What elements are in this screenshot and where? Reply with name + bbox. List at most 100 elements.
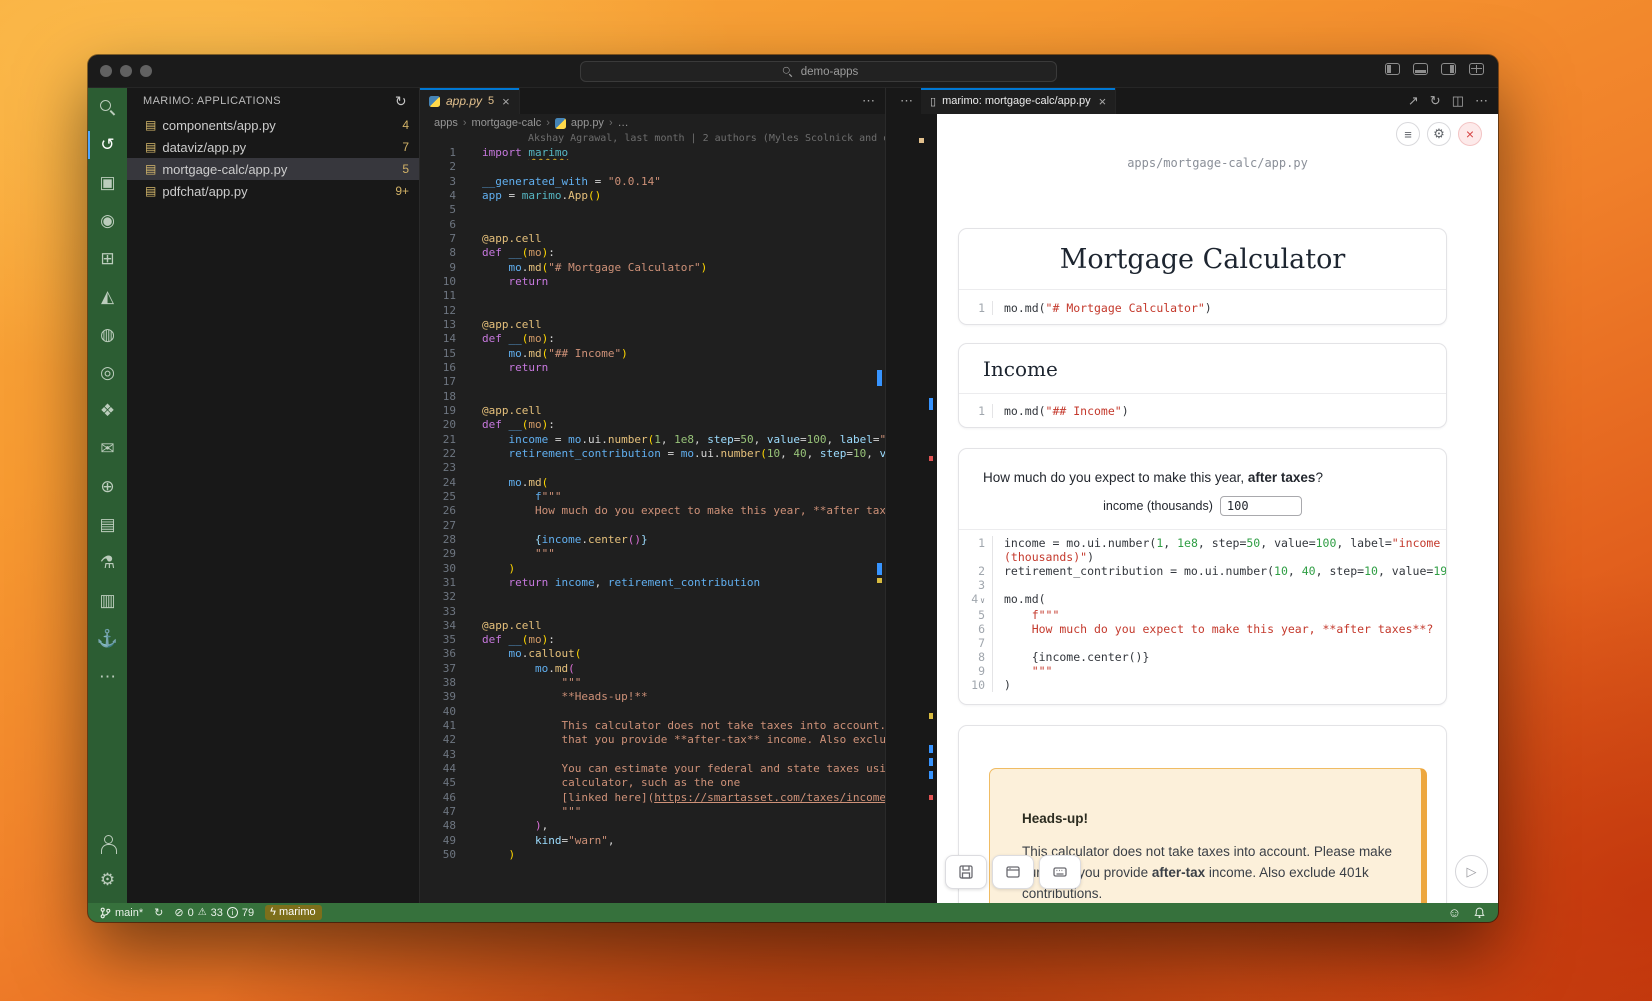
breadcrumb-item[interactable]: mortgage-calc: [472, 117, 542, 129]
code-line-10[interactable]: 10 return: [420, 275, 885, 289]
customize-layout-icon[interactable]: [1469, 63, 1484, 75]
code-line-29[interactable]: 29 """: [420, 547, 885, 561]
code-line-7[interactable]: 7@app.cell: [420, 232, 885, 246]
command-center-search[interactable]: demo-apps: [580, 61, 1057, 82]
code-line-49[interactable]: 49 kind="warn",: [420, 834, 885, 848]
tab-marimo-panel[interactable]: ▯ marimo: mortgage-calc/app.py ×: [921, 88, 1116, 114]
gear-icon[interactable]: ⚙: [1427, 122, 1451, 146]
code-line-40[interactable]: 40: [420, 705, 885, 719]
code-line-45[interactable]: 45 calculator, such as the one: [420, 776, 885, 790]
code-line-18[interactable]: 18: [420, 390, 885, 404]
sidebar-item-mortgage-calc[interactable]: ▤mortgage-calc/app.py5: [127, 158, 419, 180]
code-line-22[interactable]: 22 retirement_contribution = mo.ui.numbe…: [420, 447, 885, 461]
branch-item[interactable]: main*: [100, 907, 143, 919]
code-line-27[interactable]: 27: [420, 519, 885, 533]
activity-accounts-icon[interactable]: [88, 823, 127, 861]
menu-icon[interactable]: ≡: [1396, 122, 1420, 146]
code-line-48[interactable]: 48 ),: [420, 819, 885, 833]
sidebar-item-dataviz[interactable]: ▤dataviz/app.py7: [127, 136, 419, 158]
code-line-44[interactable]: 44 You can estimate your federal and sta…: [420, 762, 885, 776]
code-line-36[interactable]: 36 mo.callout(: [420, 647, 885, 661]
activity-terraform-icon[interactable]: ◭: [88, 278, 127, 316]
close-panel-tab-icon[interactable]: ×: [1099, 94, 1107, 109]
code-line-2[interactable]: 2: [420, 160, 885, 174]
activity-hierarchy-icon[interactable]: ⊞: [88, 240, 127, 278]
save-button[interactable]: [945, 855, 987, 889]
code-line-8[interactable]: 8def __(mo):: [420, 246, 885, 260]
code-line-9[interactable]: 9 mo.md("# Mortgage Calculator"): [420, 261, 885, 275]
breadcrumb-item[interactable]: apps: [434, 117, 458, 129]
code-line-16[interactable]: 16 return: [420, 361, 885, 375]
shutdown-icon[interactable]: ×: [1458, 122, 1482, 146]
code-line-17[interactable]: 17: [420, 375, 885, 389]
code-line-15[interactable]: 15 mo.md("## Income"): [420, 347, 885, 361]
panel-more-actions-icon[interactable]: ⋯: [1475, 93, 1488, 109]
code-line-12[interactable]: 12: [420, 304, 885, 318]
toggle-secondary-sidebar-icon[interactable]: [1441, 63, 1456, 75]
cell-code[interactable]: 1mo.md("# Mortgage Calculator"): [959, 289, 1446, 325]
code-line-21[interactable]: 21 income = mo.ui.number(1, 1e8, step=50…: [420, 433, 885, 447]
problems-item[interactable]: ⊘ 0 ⚠ 33 i 79: [174, 906, 254, 919]
marimo-code-line[interactable]: 9 """: [959, 664, 1446, 678]
toggle-sidebar-icon[interactable]: [1385, 63, 1400, 75]
zoom-window-button[interactable]: [140, 65, 152, 77]
minimize-window-button[interactable]: [120, 65, 132, 77]
refresh-icon[interactable]: ↻: [395, 93, 407, 110]
more-actions-icon[interactable]: ⋯: [862, 93, 875, 109]
code-line-42[interactable]: 42 that you provide **after-tax** income…: [420, 733, 885, 747]
breadcrumb-item[interactable]: app.py: [571, 117, 604, 129]
code-line-32[interactable]: 32: [420, 590, 885, 604]
code-line-47[interactable]: 47 """: [420, 805, 885, 819]
close-window-button[interactable]: [100, 65, 112, 77]
cell-code[interactable]: 1income = mo.ui.number(1, 1e8, step=50, …: [959, 530, 1446, 692]
activity-explorer-copies-icon[interactable]: ▣: [88, 164, 127, 202]
marimo-code-line[interactable]: 2retirement_contribution = mo.ui.number(…: [959, 564, 1446, 578]
activity-git-graph-icon[interactable]: ⊕: [88, 468, 127, 506]
marimo-code-line[interactable]: 6 How much do you expect to make this ye…: [959, 622, 1446, 636]
refresh-panel-icon[interactable]: ↻: [1430, 93, 1441, 109]
code-line-6[interactable]: 6: [420, 218, 885, 232]
code-line-46[interactable]: 46 [linked here](https://smartasset.com/…: [420, 791, 885, 805]
activity-docker-icon[interactable]: ⚓: [88, 620, 127, 658]
code-line-31[interactable]: 31 return income, retirement_contributio…: [420, 576, 885, 590]
code-line-28[interactable]: 28 {income.center()}: [420, 533, 885, 547]
marimo-code-line[interactable]: 8 {income.center()}: [959, 650, 1446, 664]
code-line-34[interactable]: 34@app.cell: [420, 619, 885, 633]
marimo-code-line[interactable]: 1income = mo.ui.number(1, 1e8, step=50, …: [959, 536, 1446, 550]
marimo-status-badge[interactable]: ϟ marimo: [265, 905, 322, 920]
activity-github-icon[interactable]: ◎: [88, 354, 127, 392]
activity-remote-devices-icon[interactable]: ▥: [88, 582, 127, 620]
sidebar-item-components[interactable]: ▤components/app.py4: [127, 114, 419, 136]
code-line-14[interactable]: 14def __(mo):: [420, 332, 885, 346]
marimo-code-line[interactable]: 4∨mo.md(: [959, 592, 1446, 608]
split-editor-icon[interactable]: ◫: [1452, 93, 1464, 109]
sidebar-item-pdfchat[interactable]: ▤pdfchat/app.py9+: [127, 180, 419, 202]
toggle-panel-icon[interactable]: [1413, 63, 1428, 75]
sync-item[interactable]: ↻: [154, 906, 163, 919]
keyboard-shortcuts-button[interactable]: [1039, 855, 1081, 889]
code-line-35[interactable]: 35def __(mo):: [420, 633, 885, 647]
cell-code[interactable]: 1mo.md("## Income"): [959, 393, 1446, 428]
close-tab-icon[interactable]: ×: [502, 94, 510, 109]
marimo-code-line[interactable]: 1mo.md("# Mortgage Calculator"): [959, 290, 1446, 325]
open-external-icon[interactable]: ↗: [1408, 93, 1419, 109]
code-line-43[interactable]: 43: [420, 748, 885, 762]
open-window-button[interactable]: [992, 855, 1034, 889]
code-line-50[interactable]: 50 ): [420, 848, 885, 862]
tab-overflow-icon[interactable]: ⋯: [886, 88, 921, 114]
run-button[interactable]: ▷: [1455, 855, 1488, 888]
code-line-26[interactable]: 26 How much do you expect to make this y…: [420, 504, 885, 518]
marimo-code-line[interactable]: 3: [959, 578, 1446, 592]
activity-test-runner-icon[interactable]: ◉: [88, 202, 127, 240]
marimo-code-line[interactable]: (thousands)"): [959, 550, 1446, 564]
bell-icon[interactable]: [1473, 906, 1486, 920]
activity-more-icon[interactable]: ⋯: [88, 658, 127, 696]
code-line-13[interactable]: 13@app.cell: [420, 318, 885, 332]
code-line-1[interactable]: 1import marimo: [420, 146, 885, 160]
code-line-41[interactable]: 41 This calculator does not take taxes i…: [420, 719, 885, 733]
code-line-24[interactable]: 24 mo.md(: [420, 476, 885, 490]
income-input[interactable]: [1220, 496, 1302, 516]
code-line-19[interactable]: 19@app.cell: [420, 404, 885, 418]
code-line-30[interactable]: 30 ): [420, 562, 885, 576]
activity-sphere-icon[interactable]: ◍: [88, 316, 127, 354]
